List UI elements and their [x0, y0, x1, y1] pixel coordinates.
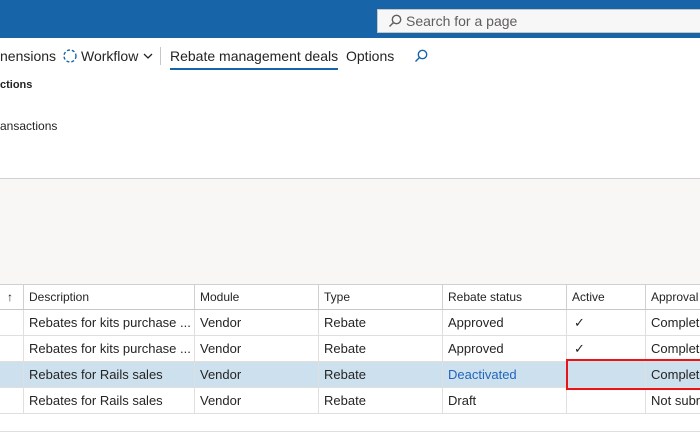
cell-description: Rebates for Rails sales [23, 362, 194, 387]
cell-type: Rebate [318, 310, 442, 335]
dimensions-label: nensions [0, 48, 57, 64]
grid-header-row: ↑ Description Module Type Rebate status … [0, 284, 700, 310]
highlight-box-annotation [566, 359, 700, 390]
column-header-type[interactable]: Type [318, 285, 442, 309]
row-selector[interactable] [0, 310, 23, 335]
content-area [0, 179, 700, 284]
tab-rebate-management-deals[interactable]: Rebate management deals [170, 38, 339, 74]
cell-active [566, 388, 645, 413]
checkmark-icon: ✓ [566, 336, 645, 361]
top-navigation-bar: Search for a page [0, 0, 700, 38]
workflow-label: Workflow [81, 48, 139, 64]
cell-module: Vendor [194, 362, 318, 387]
column-header-description[interactable]: Description [23, 285, 194, 309]
cell-rebate-status: Draft [442, 388, 566, 413]
search-placeholder: Search for a page [406, 13, 518, 29]
chevron-down-icon [142, 50, 154, 62]
row-selector[interactable] [0, 388, 23, 413]
grid-bottom-border [0, 431, 700, 432]
cell-type: Rebate [318, 336, 442, 361]
action-search-button[interactable] [414, 38, 428, 74]
cell-description: Rebates for kits purchase ... [23, 310, 194, 335]
table-row[interactable]: Rebates for kits purchase ... Vendor Reb… [0, 310, 700, 336]
cell-rebate-status: Approved [442, 336, 566, 361]
cell-approval: Complet [645, 310, 700, 335]
cell-rebate-status: Approved [442, 310, 566, 335]
checkmark-icon: ✓ [566, 310, 645, 335]
cell-module: Vendor [194, 388, 318, 413]
cell-approval: Not subr [645, 388, 700, 413]
cell-description: Rebates for Rails sales [23, 388, 194, 413]
sort-arrow-icon[interactable]: ↑ [0, 285, 23, 309]
workflow-icon [62, 48, 78, 64]
cell-module: Vendor [194, 310, 318, 335]
options-label: Options [346, 48, 395, 64]
action-separator [160, 47, 161, 65]
cell-type: Rebate [318, 388, 442, 413]
search-input[interactable]: Search for a page [377, 9, 700, 33]
tab-options[interactable]: Options [346, 38, 394, 74]
cell-module: Vendor [194, 336, 318, 361]
cell-rebate-status[interactable]: Deactivated [442, 362, 566, 387]
search-icon [414, 49, 428, 63]
column-header-approval[interactable]: Approval [645, 285, 700, 309]
cell-type: Rebate [318, 362, 442, 387]
cell-approval: Complet [645, 336, 700, 361]
column-header-active[interactable]: Active [566, 285, 645, 309]
rebate-deals-label: Rebate management deals [170, 48, 339, 64]
ribbon-transactions-button[interactable]: ansactions [0, 119, 57, 133]
row-selector[interactable] [0, 362, 23, 387]
search-icon [388, 14, 402, 28]
ribbon-group-title: ctions [0, 79, 33, 91]
dimensions-button[interactable]: nensions [0, 38, 56, 74]
action-pane: nensions Workflow Rebate management deal… [0, 38, 700, 74]
workflow-button[interactable]: Workflow [62, 38, 154, 74]
column-header-module[interactable]: Module [194, 285, 318, 309]
row-selector[interactable] [0, 336, 23, 361]
table-row[interactable]: Rebates for Rails sales Vendor Rebate Dr… [0, 388, 700, 414]
cell-description: Rebates for kits purchase ... [23, 336, 194, 361]
column-header-rebate-status[interactable]: Rebate status [442, 285, 566, 309]
